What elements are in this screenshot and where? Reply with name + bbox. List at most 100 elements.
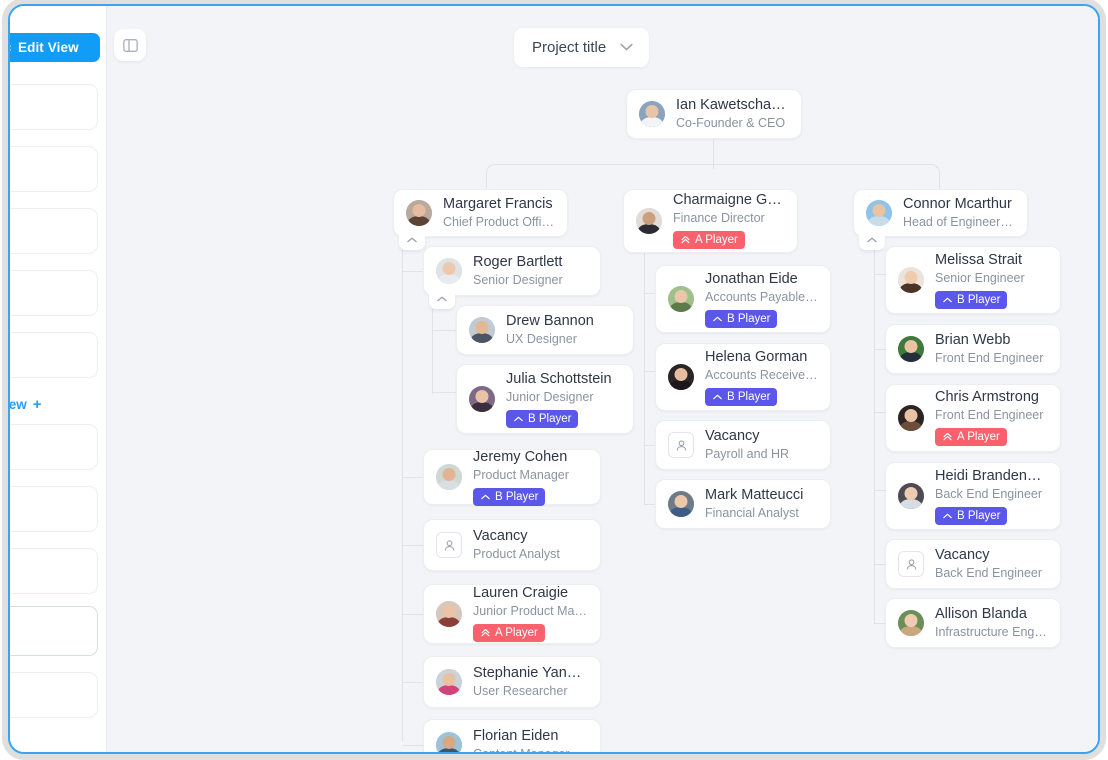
- sidebar-panel-toggle-button[interactable]: [114, 29, 146, 61]
- avatar: [898, 267, 924, 293]
- avatar-photo: [668, 491, 694, 517]
- badge-b-player[interactable]: B Player: [506, 409, 579, 428]
- org-node-report[interactable]: Florian Eiden Content Manager: [423, 719, 601, 752]
- badge-label: A Player: [957, 430, 1000, 443]
- org-node-report[interactable]: Allison Blanda Infrastructure Engineer: [885, 598, 1061, 648]
- sidebar-view-card[interactable]: [10, 548, 98, 594]
- org-node-name: Chris Armstrong: [935, 388, 1039, 405]
- chevron-up-icon: [867, 237, 877, 243]
- sidebar-add-view-link[interactable]: dd a view +: [10, 396, 42, 413]
- person-outline-icon: [906, 558, 916, 570]
- project-title-dropdown[interactable]: Project title: [514, 28, 650, 67]
- org-node-report[interactable]: Roger Bartlett Senior Designer: [423, 246, 601, 296]
- org-node-info: Vacancy Back End Engineer: [935, 547, 1048, 581]
- org-node-info: Jonathan Eide Accounts Payable Officer B P…: [705, 271, 818, 328]
- avatar-photo: [866, 200, 892, 226]
- chevron-down-icon: [620, 43, 633, 51]
- sidebar-view-card[interactable]: [10, 672, 98, 718]
- org-node-root[interactable]: Ian Kawetschanky Co-Founder & CEO: [626, 89, 802, 139]
- org-node-role: Head of Engineering: [903, 215, 1015, 229]
- org-node-report[interactable]: Jonathan Eide Accounts Payable Officer B P…: [655, 265, 831, 333]
- badge-a-player[interactable]: A Player: [673, 230, 745, 249]
- badge-label: A Player: [495, 626, 538, 639]
- avatar: [898, 405, 924, 431]
- connector-line: [402, 477, 423, 478]
- avatar-photo: [898, 336, 924, 362]
- org-node-report[interactable]: Vacancy Payroll and HR: [655, 420, 831, 470]
- org-node-role: Senior Designer: [473, 273, 563, 287]
- org-node-name: Stephanie Yanaga: [473, 665, 588, 681]
- org-node-info: Drew Bannon UX Designer: [506, 313, 621, 347]
- edit-view-button[interactable]: Edit View: [10, 33, 100, 62]
- org-node-info: Lauren Craigie Junior Product Manager A Pl…: [473, 585, 588, 644]
- org-node-report[interactable]: Vacancy Product Analyst: [423, 519, 601, 571]
- org-node-name: Vacancy: [935, 547, 990, 563]
- collapse-toggle[interactable]: [859, 235, 885, 250]
- org-node-name: Allison Blanda: [935, 606, 1027, 622]
- org-node-name: Jonathan Eide: [705, 270, 798, 287]
- org-node-info: Heidi Brandenburg Back End Engineer B Play…: [935, 468, 1048, 525]
- org-node-report[interactable]: Brian Webb Front End Engineer: [885, 324, 1061, 374]
- avatar: [668, 491, 694, 517]
- connector-line: [402, 745, 423, 746]
- collapse-toggle[interactable]: [399, 235, 425, 250]
- org-node-branch-head[interactable]: Charmaigne Glenn Finance Director A Player: [623, 189, 798, 253]
- sidebar-view-card[interactable]: [10, 486, 98, 532]
- badge-b-player[interactable]: B Player: [935, 290, 1008, 309]
- badge-label: B Player: [957, 293, 1001, 306]
- org-node-report[interactable]: Heidi Brandenburg Back End Engineer B Play…: [885, 462, 1061, 530]
- org-node-report[interactable]: Melissa Strait Senior Engineer B Player: [885, 246, 1061, 314]
- sidebar-view-card[interactable]: [10, 146, 98, 192]
- org-node-branch-head[interactable]: Margaret Francis Chief Product Officer: [393, 189, 568, 237]
- org-node-report[interactable]: Drew Bannon UX Designer: [456, 305, 634, 355]
- badge-b-player[interactable]: B Player: [705, 309, 778, 328]
- org-node-role: Content Manager: [473, 746, 588, 752]
- badge-b-player[interactable]: B Player: [705, 387, 778, 406]
- avatar: [469, 386, 495, 412]
- connector-line: [402, 682, 423, 683]
- badge-b-player[interactable]: B Player: [935, 506, 1008, 525]
- org-node-report[interactable]: Helena Gorman Accounts Receiveable O... B …: [655, 343, 831, 411]
- connector-line: [874, 274, 885, 275]
- sidebar-view-card[interactable]: [10, 332, 98, 378]
- double-chevron-up-icon: [481, 629, 490, 637]
- sidebar-view-card[interactable]: [10, 270, 98, 316]
- sidebar-view-card[interactable]: [10, 84, 98, 130]
- org-node-name: Roger Bartlett: [473, 254, 563, 270]
- org-node-info: Vacancy Payroll and HR: [705, 428, 818, 462]
- avatar-photo: [436, 601, 462, 627]
- org-node-name: Julia Schottstein: [506, 370, 612, 387]
- badge-a-player[interactable]: A Player: [473, 623, 545, 642]
- connector-line: [402, 614, 423, 615]
- left-sidebar: dd a view+ es: [10, 6, 107, 752]
- org-node-report[interactable]: Jeremy Cohen Product Manager B Player: [423, 448, 601, 506]
- collapse-toggle[interactable]: [429, 294, 455, 309]
- sidebar-view-card[interactable]: [10, 424, 98, 470]
- sidebar-view-card[interactable]: [10, 208, 98, 254]
- org-node-report[interactable]: Lauren Craigie Junior Product Manager A Pl…: [423, 584, 601, 644]
- org-node-report[interactable]: Julia Schottstein Junior Designer B Player: [456, 364, 634, 434]
- org-chart-canvas[interactable]: Project title Ian Kawetschanky Co-Founder…: [107, 6, 1098, 752]
- badge-label: B Player: [727, 390, 771, 403]
- connector-line: [644, 504, 655, 505]
- org-node-report[interactable]: Mark Matteucci Financial Analyst: [655, 479, 831, 529]
- org-node-name: Drew Bannon: [506, 313, 594, 329]
- vacancy-avatar-placeholder: [436, 532, 462, 558]
- badge-a-player[interactable]: A Player: [935, 427, 1007, 446]
- org-node-report[interactable]: Stephanie Yanaga User Researcher: [423, 656, 601, 708]
- connector-elbow: [486, 164, 940, 190]
- org-node-name: Jeremy Cohen: [473, 448, 568, 465]
- org-node-branch-head[interactable]: Connor Mcarthur Head of Engineering: [853, 189, 1028, 237]
- org-node-role: Infrastructure Engineer: [935, 625, 1048, 639]
- org-node-report[interactable]: Chris Armstrong Front End Engineer A Playe…: [885, 384, 1061, 452]
- avatar-photo: [436, 464, 462, 490]
- org-node-role: Front End Engineer: [935, 407, 1044, 422]
- org-node-info: Ian Kawetschanky Co-Founder & CEO: [676, 97, 789, 131]
- chevron-up-icon: [481, 494, 490, 499]
- org-node-name: Lauren Craigie: [473, 584, 569, 601]
- connector-line: [402, 250, 403, 741]
- org-node-report[interactable]: Vacancy Back End Engineer: [885, 539, 1061, 589]
- sidebar-view-card[interactable]: [10, 606, 98, 656]
- badge-b-player[interactable]: B Player: [473, 487, 546, 506]
- person-outline-icon: [676, 439, 686, 451]
